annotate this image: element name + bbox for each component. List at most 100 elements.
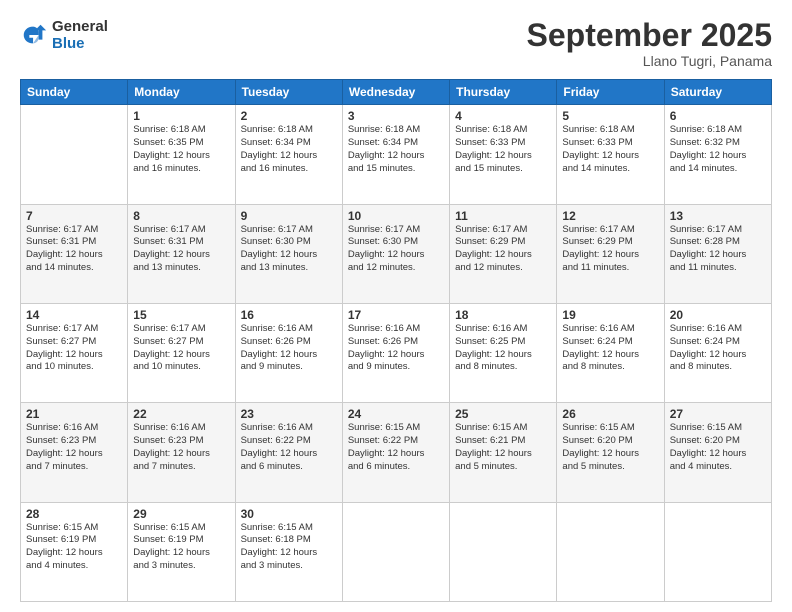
day-number: 11	[455, 209, 551, 223]
day-cell: 21Sunrise: 6:16 AM Sunset: 6:23 PM Dayli…	[21, 403, 128, 502]
day-number: 3	[348, 109, 444, 123]
day-info: Sunrise: 6:16 AM Sunset: 6:23 PM Dayligh…	[133, 422, 229, 473]
day-info: Sunrise: 6:17 AM Sunset: 6:27 PM Dayligh…	[26, 323, 122, 374]
week-row-4: 21Sunrise: 6:16 AM Sunset: 6:23 PM Dayli…	[21, 403, 772, 502]
day-cell: 19Sunrise: 6:16 AM Sunset: 6:24 PM Dayli…	[557, 303, 664, 402]
logo-text: General Blue	[52, 18, 108, 52]
day-number: 19	[562, 308, 658, 322]
day-number: 1	[133, 109, 229, 123]
day-info: Sunrise: 6:17 AM Sunset: 6:27 PM Dayligh…	[133, 323, 229, 374]
day-cell: 22Sunrise: 6:16 AM Sunset: 6:23 PM Dayli…	[128, 403, 235, 502]
day-cell: 29Sunrise: 6:15 AM Sunset: 6:19 PM Dayli…	[128, 502, 235, 601]
day-info: Sunrise: 6:17 AM Sunset: 6:31 PM Dayligh…	[133, 224, 229, 275]
location-subtitle: Llano Tugri, Panama	[527, 53, 772, 69]
day-cell: 11Sunrise: 6:17 AM Sunset: 6:29 PM Dayli…	[450, 204, 557, 303]
calendar: SundayMondayTuesdayWednesdayThursdayFrid…	[20, 79, 772, 602]
day-cell: 7Sunrise: 6:17 AM Sunset: 6:31 PM Daylig…	[21, 204, 128, 303]
weekday-header-row: SundayMondayTuesdayWednesdayThursdayFrid…	[21, 80, 772, 105]
day-cell: 28Sunrise: 6:15 AM Sunset: 6:19 PM Dayli…	[21, 502, 128, 601]
day-info: Sunrise: 6:15 AM Sunset: 6:20 PM Dayligh…	[670, 422, 766, 473]
day-cell: 3Sunrise: 6:18 AM Sunset: 6:34 PM Daylig…	[342, 105, 449, 204]
day-info: Sunrise: 6:17 AM Sunset: 6:31 PM Dayligh…	[26, 224, 122, 275]
logo-icon	[20, 21, 48, 49]
day-number: 21	[26, 407, 122, 421]
week-row-2: 7Sunrise: 6:17 AM Sunset: 6:31 PM Daylig…	[21, 204, 772, 303]
logo: General Blue	[20, 18, 108, 52]
day-cell	[664, 502, 771, 601]
day-number: 16	[241, 308, 337, 322]
day-info: Sunrise: 6:18 AM Sunset: 6:33 PM Dayligh…	[562, 124, 658, 175]
day-number: 17	[348, 308, 444, 322]
day-number: 9	[241, 209, 337, 223]
day-number: 6	[670, 109, 766, 123]
day-info: Sunrise: 6:18 AM Sunset: 6:32 PM Dayligh…	[670, 124, 766, 175]
day-info: Sunrise: 6:16 AM Sunset: 6:26 PM Dayligh…	[241, 323, 337, 374]
day-info: Sunrise: 6:18 AM Sunset: 6:34 PM Dayligh…	[241, 124, 337, 175]
page: General Blue September 2025 Llano Tugri,…	[0, 0, 792, 612]
day-info: Sunrise: 6:15 AM Sunset: 6:19 PM Dayligh…	[26, 522, 122, 573]
day-cell: 20Sunrise: 6:16 AM Sunset: 6:24 PM Dayli…	[664, 303, 771, 402]
day-number: 4	[455, 109, 551, 123]
day-info: Sunrise: 6:18 AM Sunset: 6:33 PM Dayligh…	[455, 124, 551, 175]
weekday-header-thursday: Thursday	[450, 80, 557, 105]
day-cell: 24Sunrise: 6:15 AM Sunset: 6:22 PM Dayli…	[342, 403, 449, 502]
day-info: Sunrise: 6:17 AM Sunset: 6:30 PM Dayligh…	[348, 224, 444, 275]
day-number: 23	[241, 407, 337, 421]
day-cell: 5Sunrise: 6:18 AM Sunset: 6:33 PM Daylig…	[557, 105, 664, 204]
day-info: Sunrise: 6:16 AM Sunset: 6:24 PM Dayligh…	[562, 323, 658, 374]
day-cell: 26Sunrise: 6:15 AM Sunset: 6:20 PM Dayli…	[557, 403, 664, 502]
day-number: 7	[26, 209, 122, 223]
day-number: 2	[241, 109, 337, 123]
day-cell: 1Sunrise: 6:18 AM Sunset: 6:35 PM Daylig…	[128, 105, 235, 204]
day-info: Sunrise: 6:15 AM Sunset: 6:22 PM Dayligh…	[348, 422, 444, 473]
day-number: 24	[348, 407, 444, 421]
day-info: Sunrise: 6:16 AM Sunset: 6:25 PM Dayligh…	[455, 323, 551, 374]
day-number: 12	[562, 209, 658, 223]
day-cell: 16Sunrise: 6:16 AM Sunset: 6:26 PM Dayli…	[235, 303, 342, 402]
week-row-1: 1Sunrise: 6:18 AM Sunset: 6:35 PM Daylig…	[21, 105, 772, 204]
day-cell: 9Sunrise: 6:17 AM Sunset: 6:30 PM Daylig…	[235, 204, 342, 303]
day-info: Sunrise: 6:16 AM Sunset: 6:23 PM Dayligh…	[26, 422, 122, 473]
day-info: Sunrise: 6:17 AM Sunset: 6:30 PM Dayligh…	[241, 224, 337, 275]
month-title: September 2025	[527, 18, 772, 53]
day-info: Sunrise: 6:16 AM Sunset: 6:26 PM Dayligh…	[348, 323, 444, 374]
day-cell: 2Sunrise: 6:18 AM Sunset: 6:34 PM Daylig…	[235, 105, 342, 204]
day-number: 13	[670, 209, 766, 223]
day-cell: 23Sunrise: 6:16 AM Sunset: 6:22 PM Dayli…	[235, 403, 342, 502]
header: General Blue September 2025 Llano Tugri,…	[20, 18, 772, 69]
day-cell: 4Sunrise: 6:18 AM Sunset: 6:33 PM Daylig…	[450, 105, 557, 204]
title-block: September 2025 Llano Tugri, Panama	[527, 18, 772, 69]
day-cell: 15Sunrise: 6:17 AM Sunset: 6:27 PM Dayli…	[128, 303, 235, 402]
day-number: 30	[241, 507, 337, 521]
day-cell: 18Sunrise: 6:16 AM Sunset: 6:25 PM Dayli…	[450, 303, 557, 402]
day-info: Sunrise: 6:17 AM Sunset: 6:29 PM Dayligh…	[562, 224, 658, 275]
day-number: 20	[670, 308, 766, 322]
day-number: 25	[455, 407, 551, 421]
day-cell	[557, 502, 664, 601]
day-cell: 12Sunrise: 6:17 AM Sunset: 6:29 PM Dayli…	[557, 204, 664, 303]
day-number: 22	[133, 407, 229, 421]
day-info: Sunrise: 6:15 AM Sunset: 6:20 PM Dayligh…	[562, 422, 658, 473]
day-info: Sunrise: 6:16 AM Sunset: 6:22 PM Dayligh…	[241, 422, 337, 473]
day-number: 14	[26, 308, 122, 322]
day-number: 10	[348, 209, 444, 223]
week-row-5: 28Sunrise: 6:15 AM Sunset: 6:19 PM Dayli…	[21, 502, 772, 601]
weekday-header-saturday: Saturday	[664, 80, 771, 105]
day-number: 28	[26, 507, 122, 521]
day-info: Sunrise: 6:17 AM Sunset: 6:28 PM Dayligh…	[670, 224, 766, 275]
day-number: 27	[670, 407, 766, 421]
weekday-header-monday: Monday	[128, 80, 235, 105]
day-info: Sunrise: 6:15 AM Sunset: 6:21 PM Dayligh…	[455, 422, 551, 473]
weekday-header-friday: Friday	[557, 80, 664, 105]
day-cell: 17Sunrise: 6:16 AM Sunset: 6:26 PM Dayli…	[342, 303, 449, 402]
day-info: Sunrise: 6:18 AM Sunset: 6:35 PM Dayligh…	[133, 124, 229, 175]
day-info: Sunrise: 6:17 AM Sunset: 6:29 PM Dayligh…	[455, 224, 551, 275]
day-cell: 13Sunrise: 6:17 AM Sunset: 6:28 PM Dayli…	[664, 204, 771, 303]
day-cell	[450, 502, 557, 601]
weekday-header-wednesday: Wednesday	[342, 80, 449, 105]
day-info: Sunrise: 6:15 AM Sunset: 6:18 PM Dayligh…	[241, 522, 337, 573]
day-cell	[21, 105, 128, 204]
day-cell	[342, 502, 449, 601]
day-number: 5	[562, 109, 658, 123]
weekday-header-tuesday: Tuesday	[235, 80, 342, 105]
